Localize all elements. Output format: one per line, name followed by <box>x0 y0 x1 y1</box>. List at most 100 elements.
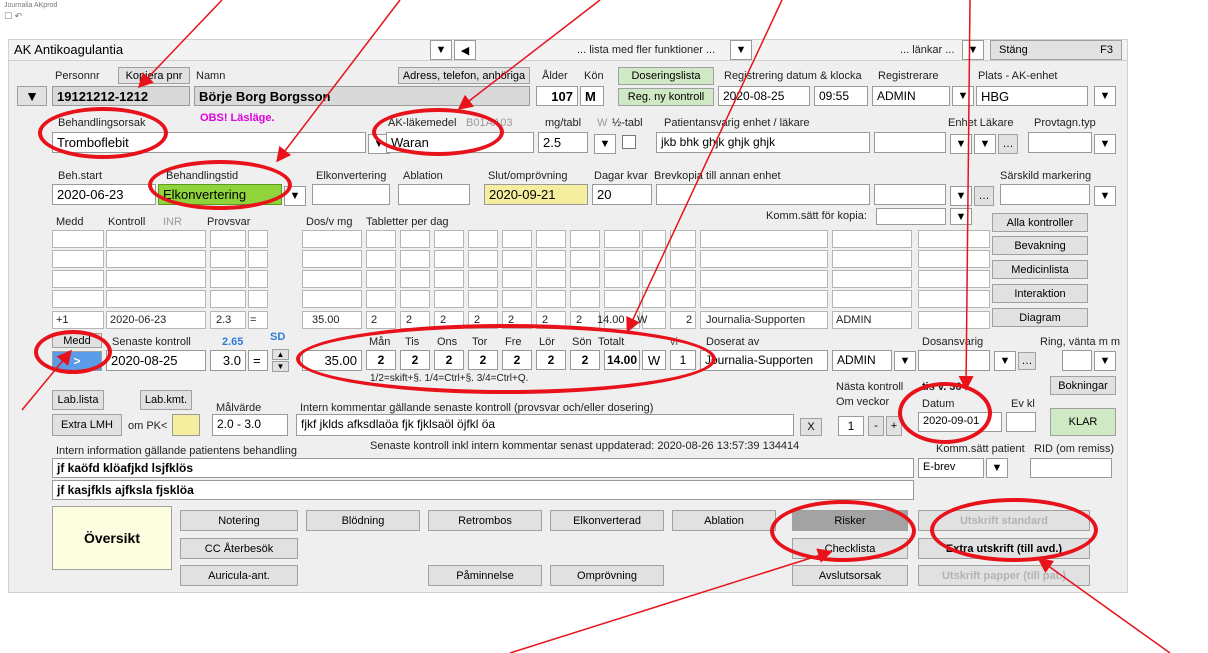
print-paper-button[interactable]: Utskrift papper (till pat.) <box>918 565 1090 586</box>
end-field[interactable]: 2020-09-21 <box>484 184 588 205</box>
all-controls-button[interactable]: Alla kontroller <box>992 213 1088 232</box>
unit-dropdown-icon[interactable]: ▼ <box>950 134 972 154</box>
notering-button[interactable]: Notering <box>180 510 298 531</box>
more-functions-dropdown-icon[interactable]: ▼ <box>730 40 752 60</box>
overview-button[interactable]: Översikt <box>52 506 172 570</box>
latest-eq-field[interactable]: = <box>248 350 268 371</box>
ring-dropdown-icon[interactable]: ▼ <box>1094 351 1116 371</box>
bookings-button[interactable]: Bokningar <box>1050 376 1116 395</box>
window-controls-icon[interactable]: ☐ ↶ <box>4 11 22 22</box>
more-functions-menu[interactable]: ... lista med fler funktioner ... <box>577 44 715 56</box>
om-pk-field[interactable] <box>172 414 200 436</box>
mg-label: mg/tabl <box>545 117 582 129</box>
name-field[interactable]: Börje Borg Borgsson <box>194 86 530 106</box>
name-label: Namn <box>196 70 226 82</box>
reassessment-button[interactable]: Omprövning <box>550 565 664 586</box>
extra-lmh-button[interactable]: Extra LMH <box>52 414 122 436</box>
reg-time-field[interactable]: 09:55 <box>814 86 868 106</box>
close-button[interactable]: Stäng F3 <box>990 40 1122 60</box>
ablation-field[interactable] <box>398 184 470 205</box>
medicine-list-button[interactable]: Medicinlista <box>992 260 1088 279</box>
mg-dropdown-icon[interactable]: ▼ <box>594 134 616 154</box>
start-field[interactable]: 2020-06-23 <box>52 184 156 205</box>
registrar-dropdown-icon[interactable]: ▼ <box>952 86 974 106</box>
place-field[interactable]: HBG <box>976 86 1088 106</box>
place-dropdown-icon[interactable]: ▼ <box>1094 86 1116 106</box>
comm-copy-field[interactable] <box>876 208 946 225</box>
sample-type-field[interactable] <box>1028 132 1092 153</box>
responsible-extra-field[interactable] <box>874 132 946 153</box>
next-time-field[interactable] <box>1006 412 1036 432</box>
copy-more-icon[interactable]: … <box>974 186 994 206</box>
expand-icon[interactable]: ▼ <box>17 86 47 106</box>
comm-copy-dropdown-icon[interactable]: ▼ <box>950 208 972 225</box>
special-marking-label: Särskild markering <box>1000 170 1092 182</box>
retrombos-button[interactable]: Retrombos <box>428 510 542 531</box>
history-empty-cell <box>832 270 912 288</box>
dosed-by-field[interactable]: Journalia-Supporten <box>700 350 828 371</box>
history-empty-cell <box>302 230 362 248</box>
dosing-list-button[interactable]: Doseringslista <box>618 67 714 85</box>
weeks-minus-button[interactable]: - <box>868 416 884 436</box>
history-row-date: 2020-06-23 <box>110 314 167 326</box>
dose-resp-more-icon[interactable]: … <box>1018 352 1036 370</box>
copy-pnr-button[interactable]: Kopiera pnr <box>118 67 190 84</box>
termination-reason-button[interactable]: Avslutsorsak <box>792 565 908 586</box>
links-menu[interactable]: ... länkar ... <box>900 44 954 56</box>
auricula-button[interactable]: Auricula-ant. <box>180 565 298 586</box>
reg-date-field[interactable]: 2020-08-25 <box>718 86 810 106</box>
registrar-field[interactable]: ADMIN <box>872 86 950 106</box>
address-button[interactable]: Adress, telefon, anhöriga <box>398 67 530 84</box>
doctor-dropdown-icon[interactable]: ▼ <box>974 134 996 154</box>
dose-resp-dropdown-icon[interactable]: ▼ <box>994 351 1016 371</box>
lab-list-button[interactable]: Lab.lista <box>52 390 104 410</box>
chevron-down-icon[interactable]: ▼ <box>430 40 452 60</box>
special-dropdown-icon[interactable]: ▼ <box>1094 186 1116 206</box>
ready-button[interactable]: KLAR <box>1050 408 1116 436</box>
window-title: AK Antikoagulantia <box>14 42 124 57</box>
dose-resp-field[interactable] <box>918 350 990 371</box>
half-tablet-checkbox[interactable] <box>622 135 636 149</box>
latest-date-field[interactable]: 2020-08-25 <box>106 350 206 371</box>
copy-to-unit-field[interactable] <box>656 184 870 205</box>
more-icon[interactable]: … <box>998 134 1018 154</box>
stepper-down-icon[interactable]: ▼ <box>272 361 289 372</box>
internal-info-line-2[interactable]: jf kasjfkls ajfksla fjsklöa <box>52 480 914 500</box>
history-empty-cell <box>210 290 246 308</box>
links-dropdown-icon[interactable]: ▼ <box>962 40 984 60</box>
responsible-field[interactable]: jkb bhk ghjk ghjk ghjk <box>656 132 870 153</box>
stepper-up-icon[interactable]: ▲ <box>272 349 289 360</box>
diagram-button[interactable]: Diagram <box>992 308 1088 327</box>
watch-button[interactable]: Bevakning <box>992 236 1088 255</box>
history-kontroll-header: Kontroll <box>108 216 146 228</box>
copy-dropdown-icon[interactable]: ▼ <box>950 186 972 206</box>
target-field[interactable]: 2.0 - 3.0 <box>212 414 288 436</box>
ring-field[interactable] <box>1062 350 1092 371</box>
internal-comment-field[interactable]: fjkf jklds afksdlaöa fjk fjklsaöl öjfkl … <box>296 414 794 436</box>
clear-comment-button[interactable]: X <box>800 418 822 436</box>
sample-type-dropdown-icon[interactable]: ▼ <box>1094 134 1116 154</box>
personnr-field[interactable]: 19121212-1212 <box>52 86 190 106</box>
comm-patient-dropdown-icon[interactable]: ▼ <box>986 458 1008 478</box>
elkonverterad-button[interactable]: Elkonverterad <box>550 510 664 531</box>
elkonvertering-field[interactable] <box>312 184 390 205</box>
blodning-button[interactable]: Blödning <box>306 510 420 531</box>
ablation-button[interactable]: Ablation <box>672 510 776 531</box>
copy-extra-field[interactable] <box>874 184 946 205</box>
reminder-button[interactable]: Påminnelse <box>428 565 542 586</box>
lab-comment-button[interactable]: Lab.kmt. <box>140 390 192 410</box>
cc-revisit-button[interactable]: CC Återbesök <box>180 538 298 559</box>
internal-info-line-1[interactable]: jf kaöfd klöafjkd lsjfklös <box>52 458 914 478</box>
register-new-control-button[interactable]: Reg. ny kontroll <box>618 88 714 106</box>
resp-field[interactable]: ADMIN <box>832 350 892 371</box>
rid-field[interactable] <box>1030 458 1112 478</box>
comm-patient-field[interactable]: E-brev <box>918 458 984 478</box>
back-icon[interactable]: ◀ <box>454 40 476 60</box>
resp-dropdown-icon[interactable]: ▼ <box>894 351 916 371</box>
interaction-button[interactable]: Interaktion <box>992 284 1088 303</box>
weeks-field[interactable]: 1 <box>838 416 864 436</box>
history-empty-cell <box>434 250 464 268</box>
special-marking-field[interactable] <box>1000 184 1090 205</box>
mg-field[interactable]: 2.5 <box>538 132 588 153</box>
latest-value-field[interactable]: 3.0 <box>210 350 246 371</box>
